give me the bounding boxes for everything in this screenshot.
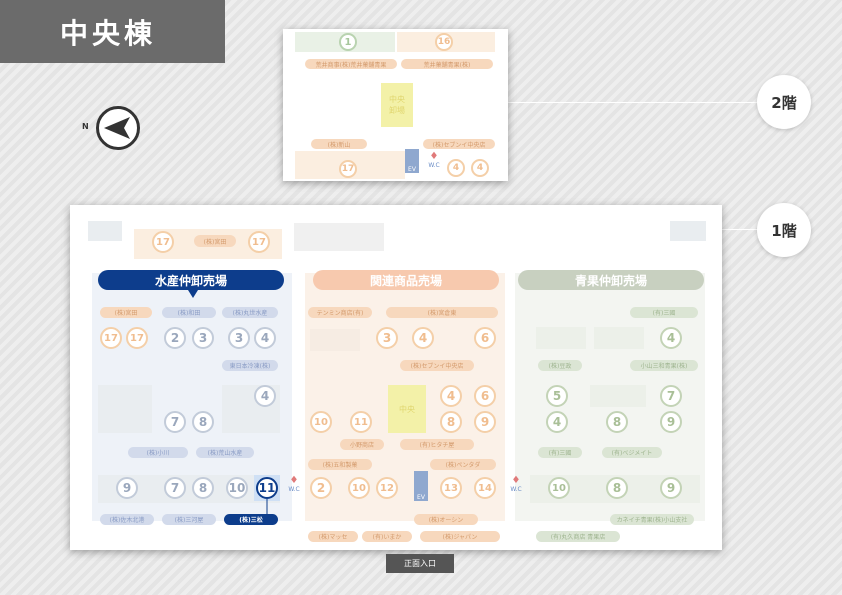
shop-label: (有)べジメイト (602, 447, 662, 458)
shop-label: (株)荒山水産 (196, 447, 254, 458)
shop-number: 4 (254, 327, 276, 349)
shop-label: (株)セブンイ中央店 (423, 139, 495, 149)
shop-number: 4 (660, 327, 682, 349)
shop-number: 14 (474, 477, 496, 499)
shop-number: 4 (440, 385, 462, 407)
floor-1-label[interactable]: 1階 (757, 203, 811, 257)
highlighted-shop-label[interactable]: (株)三松 (224, 514, 278, 525)
shop-label: (有)三國 (538, 447, 582, 458)
shop-label: (株)丸世水産 (222, 307, 278, 318)
shop-number: 17 (152, 231, 174, 253)
shop-label: (株)ジャパン (420, 531, 500, 542)
shop-label: (有)ヒタチ屋 (400, 439, 474, 450)
shop-number: 4 (447, 159, 465, 177)
shop-label: (株)三河屋 (162, 514, 216, 525)
shop-label: (株)宮倉東 (386, 307, 498, 318)
shop-number: 6 (474, 385, 496, 407)
floor-2-label[interactable]: 2階 (757, 75, 811, 129)
shop-number: 8 (440, 411, 462, 433)
shop-label: (株)セブンイ中央店 (400, 360, 474, 371)
restroom-label: W.C (510, 486, 522, 493)
shop-label: (有)いまか (362, 531, 412, 542)
shop-label: (株)オーシン (414, 514, 478, 525)
shop-label: (有)三國 (630, 307, 698, 318)
shop-number: 9 (116, 477, 138, 499)
shop-number: 8 (606, 411, 628, 433)
shop-label: (株)豆政 (538, 360, 582, 371)
restroom-icon: ♦ W.C (510, 475, 522, 493)
shop-number: 3 (228, 327, 250, 349)
shop-number: 8 (192, 411, 214, 433)
elevator-label: EV (417, 494, 425, 501)
shop-number: 10 (310, 411, 332, 433)
shop-number: 1 (339, 33, 357, 51)
shop-number: 4 (412, 327, 434, 349)
shop-label: テンミン商店(有) (308, 307, 372, 318)
shop-number: 13 (440, 477, 462, 499)
shop-label: カネイチ青果(株)小山支社 (610, 514, 694, 525)
shop-number: 8 (192, 477, 214, 499)
elevator-icon: EV (414, 471, 428, 501)
shop-number: 10 (548, 477, 570, 499)
restroom-icon: ♦ W.C (288, 475, 300, 493)
floor-1-plan[interactable]: 17 (株)宮田 17 水産仲卸売場 関連商品売場 青果仲卸売場 (株)宮田 (… (70, 205, 722, 550)
shop-label: (株)新山 (311, 139, 367, 149)
shop-label: 荒井菓舗青果(株) (401, 59, 493, 69)
shop-number: 4 (546, 411, 568, 433)
shop-number: 9 (660, 411, 682, 433)
shop-number: 4 (471, 159, 489, 177)
shop-number: 11 (350, 411, 372, 433)
shop-label: (株)五和製菓 (308, 459, 372, 470)
compass-north-icon (96, 106, 140, 150)
restroom-icon: ♦ W.C (428, 151, 440, 169)
center-area: 中央 卸場 (381, 83, 413, 127)
shop-label: (株)宮田 (194, 235, 236, 247)
shop-number: 12 (376, 477, 398, 499)
shop-number: 3 (192, 327, 214, 349)
shop-number: 9 (660, 477, 682, 499)
shop-label: (株)マッセ (308, 531, 358, 542)
elevator-label: EV (408, 166, 416, 173)
shop-number: 7 (660, 385, 682, 407)
shop-label: (株)和田 (162, 307, 216, 318)
shop-number: 4 (254, 385, 276, 407)
shop-number: 17 (100, 327, 122, 349)
main-entrance-label[interactable]: 正面入口 (386, 554, 454, 573)
shop-number: 17 (126, 327, 148, 349)
shop-label: (株)宮田 (100, 307, 152, 318)
shop-label: 小山三和青果(株) (630, 360, 698, 371)
shop-number: 7 (164, 477, 186, 499)
restroom-label: W.C (428, 162, 440, 169)
shop-number: 6 (474, 327, 496, 349)
shop-label: 小野商店 (340, 439, 384, 450)
restroom-label: W.C (288, 486, 300, 493)
shop-number: 9 (474, 411, 496, 433)
shop-number: 3 (376, 327, 398, 349)
shop-number: 5 (546, 385, 568, 407)
floor-2-plan[interactable]: 1 16 荒井商事(株)荒井菓舗青果 荒井菓舗青果(株) 中央 卸場 (株)新山… (283, 29, 508, 181)
shop-number: 17 (248, 231, 270, 253)
shop-number: 2 (310, 477, 332, 499)
compass-label: N (82, 122, 89, 131)
shop-label: (株)小川 (128, 447, 188, 458)
shop-number: 8 (606, 477, 628, 499)
elevator-icon: EV (405, 149, 419, 173)
shop-number: 10 (226, 477, 248, 499)
shop-label: (有)丸久商店 青果店 (536, 531, 620, 542)
center-area: 中央 (388, 385, 426, 433)
shop-label: (株)佐木北港 (100, 514, 154, 525)
shop-number: 17 (339, 160, 357, 178)
shop-number: 2 (164, 327, 186, 349)
shop-label: 東日本冷凍(株) (222, 360, 278, 371)
section-header-produce[interactable]: 青果仲卸売場 (518, 270, 704, 290)
shop-number: 7 (164, 411, 186, 433)
shop-number: 16 (435, 33, 453, 51)
highlighted-shop-number[interactable]: 11 (256, 477, 278, 499)
shop-label: (株)ペンタダ (430, 459, 496, 470)
section-header-related[interactable]: 関連商品売場 (313, 270, 499, 290)
shop-label: 荒井商事(株)荒井菓舗青果 (305, 59, 397, 69)
section-header-seafood[interactable]: 水産仲卸売場 (98, 270, 284, 290)
shop-number: 10 (348, 477, 370, 499)
building-title: 中央棟 (0, 0, 225, 63)
